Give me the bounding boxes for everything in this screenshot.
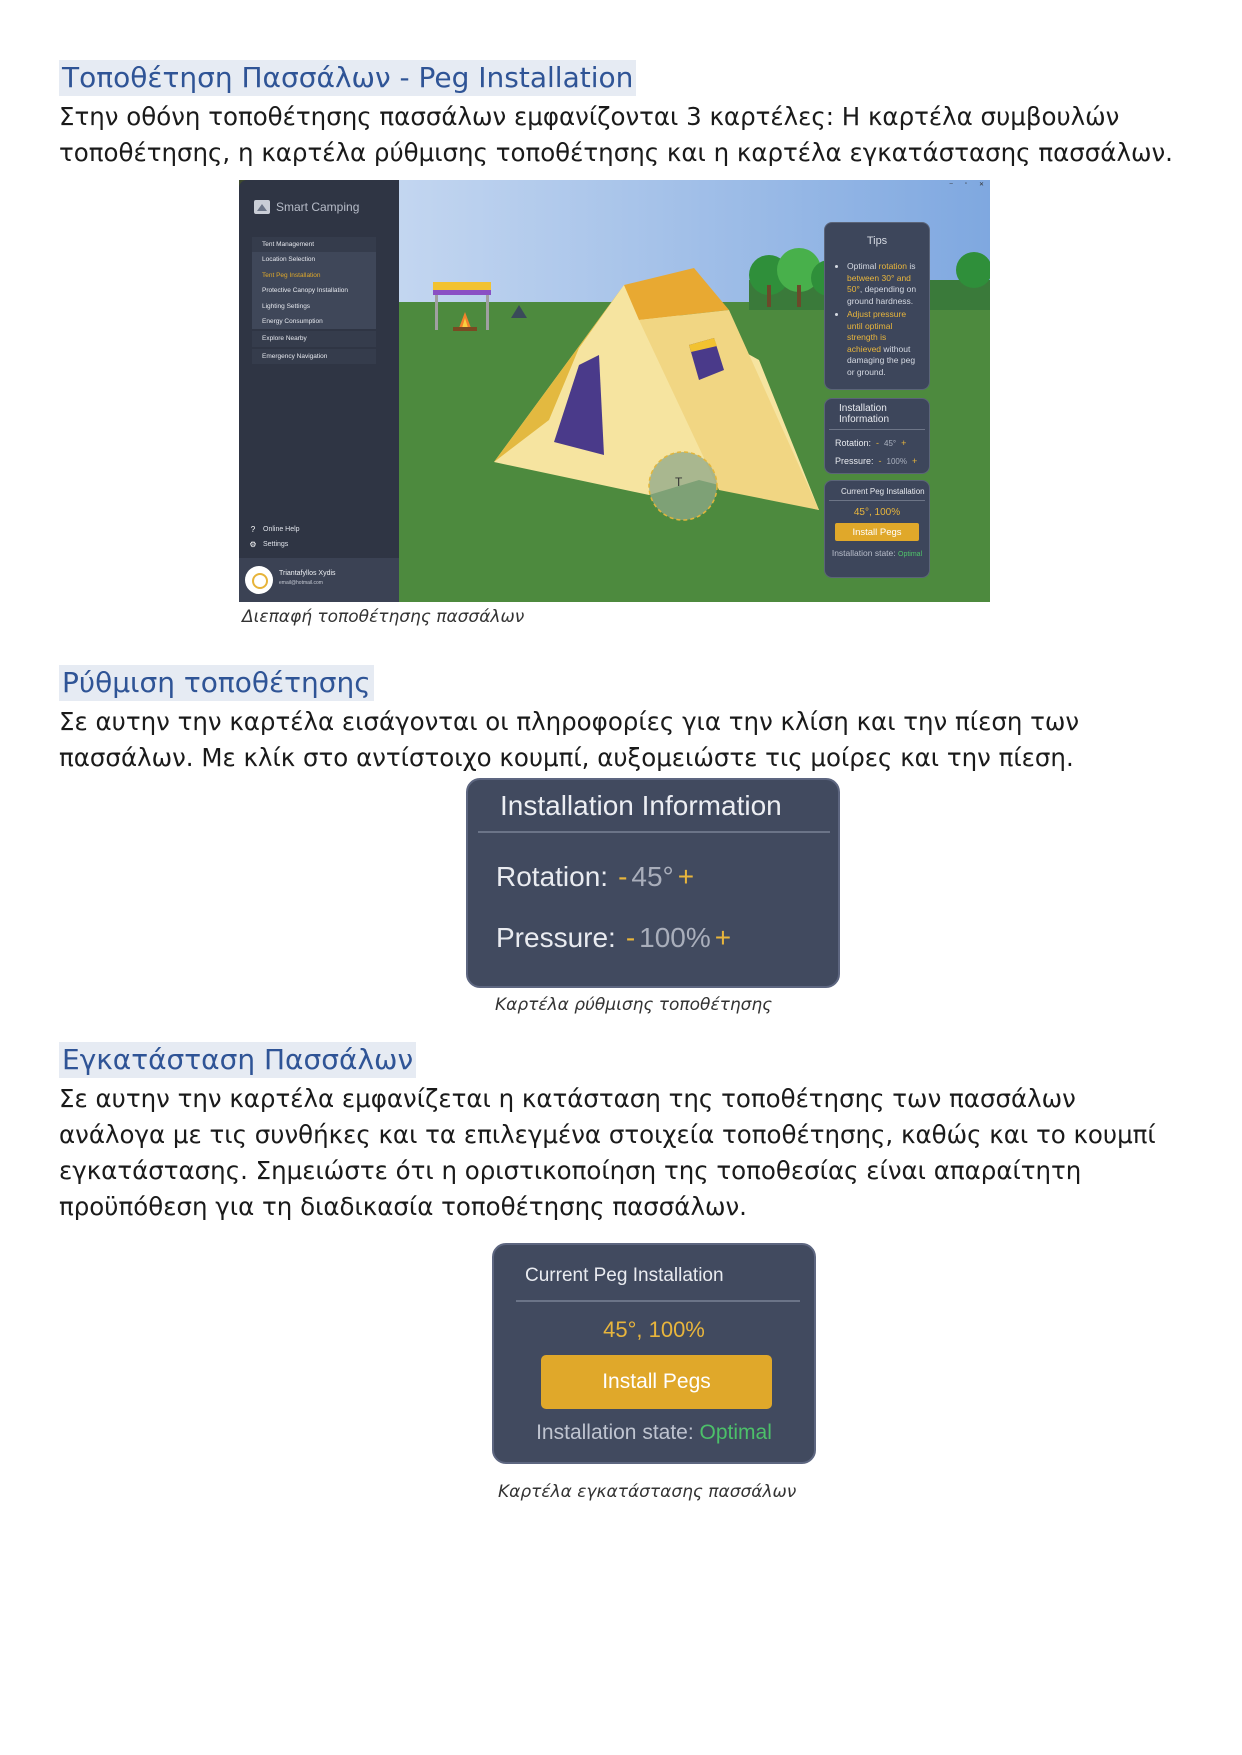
camp-scene[interactable]: T – ▫ ✕ Tips Optimal rotation is between… — [399, 180, 990, 602]
current-peg-card-value: 45°, 100% — [603, 1317, 705, 1342]
installation-state: Installation state: Optimal — [831, 548, 923, 558]
sidebar-item-energy-consumption[interactable]: Energy Consumption — [252, 313, 376, 330]
window-controls: – ▫ ✕ — [949, 181, 984, 188]
user-email: email@hotmail.com — [279, 580, 323, 586]
tip-pressure: Adjust pressure until optimal strength i… — [847, 309, 921, 378]
rotation-plus-button[interactable]: + — [678, 861, 694, 893]
pressure-value: 100% — [639, 922, 711, 953]
pressure-row: Pressure: - 100% + — [835, 456, 918, 466]
sidebar-item-tent-management[interactable]: Tent Management — [252, 237, 376, 253]
settings-link[interactable]: ⚙ Settings — [249, 540, 288, 549]
close-icon[interactable]: ✕ — [979, 181, 984, 188]
sidebar-item-lighting-settings[interactable]: Lighting Settings — [252, 298, 376, 314]
install-pegs-button[interactable]: Install Pegs — [835, 523, 919, 541]
online-help-label: Online Help — [263, 526, 300, 533]
installation-info-panel-small: Installation Information Rotation: - 45°… — [824, 398, 930, 474]
sidebar-item-explore-nearby[interactable]: Explore Nearby — [252, 331, 376, 347]
rotation-label: Rotation: — [496, 861, 609, 892]
rotation-value: 45° — [884, 438, 897, 448]
app-screenshot: Smart Camping Tent Management Location S… — [239, 180, 990, 602]
installation-info-title: Installation Information — [829, 399, 925, 430]
sidebar-item-emergency-navigation[interactable]: Emergency Navigation — [252, 348, 376, 365]
divider — [516, 1300, 800, 1302]
rotation-row: Rotation: - 45° + — [835, 438, 907, 448]
current-peg-value: 45°, 100% — [853, 507, 901, 518]
pressure-minus-button[interactable]: - — [626, 922, 635, 954]
gear-icon: ⚙ — [249, 540, 257, 549]
settings-label: Settings — [263, 541, 289, 548]
current-peg-title: Current Peg Installation — [829, 481, 925, 501]
sidebar: Smart Camping Tent Management Location S… — [239, 180, 399, 602]
online-help-link[interactable]: ? Online Help — [249, 525, 300, 534]
brand[interactable]: Smart Camping — [254, 200, 359, 214]
intro-paragraph: Στην οθόνη τοποθέτησης πασσάλων εμφανίζο… — [59, 102, 1173, 167]
figure-caption-installation: Καρτέλα εγκατάστασης πασσάλων — [498, 1482, 797, 1502]
pressure-value: 100% — [886, 456, 907, 466]
rotation-plus-button[interactable]: + — [901, 438, 906, 448]
avatar — [245, 566, 273, 594]
figure-caption-setting: Καρτέλα ρύθμισης τοποθέτησης — [495, 995, 773, 1015]
figure-caption-interface: Διεπαφή τοποθέτησης πασσάλων — [242, 607, 525, 627]
rotation-minus-button[interactable]: - — [876, 438, 879, 448]
user-name: Triantafyllos Xydis — [279, 570, 336, 577]
tips-panel: Tips Optimal rotation is between 30° and… — [824, 222, 930, 390]
scene-marker-label: T — [675, 475, 683, 489]
pressure-minus-button[interactable]: - — [879, 456, 882, 466]
brand-title: Smart Camping — [276, 200, 360, 214]
rotation-minus-button[interactable]: - — [618, 861, 627, 893]
tips-list: Optimal rotation is between 30° and 50°,… — [825, 261, 929, 378]
tips-title: Tips — [866, 235, 888, 247]
camping-logo-icon — [254, 200, 270, 214]
tip-rotation: Optimal rotation is between 30° and 50°,… — [847, 261, 921, 307]
sidebar-item-tent-peg-installation[interactable]: Tent Peg Installation — [252, 267, 376, 284]
divider — [478, 831, 830, 833]
sidebar-item-location-selection[interactable]: Location Selection — [252, 252, 376, 268]
pressure-plus-button[interactable]: + — [715, 922, 731, 954]
section-heading-installation: Εγκατάσταση Πασσάλων — [59, 1042, 417, 1078]
installation-info-card: Installation Information Rotation: - 45°… — [466, 778, 840, 988]
sidebar-menu: Tent Management Location Selection Tent … — [252, 237, 376, 365]
pressure-row-large: Pressure: - 100% + — [496, 922, 731, 954]
user-profile[interactable]: Triantafyllos Xydis email@hotmail.com — [239, 558, 399, 602]
maximize-icon[interactable]: ▫ — [965, 181, 967, 188]
sidebar-item-protective-canopy[interactable]: Protective Canopy Installation — [252, 283, 376, 299]
setting-paragraph: Σε αυτην την καρτέλα εισάγονται οι πληρο… — [59, 707, 1080, 772]
section-heading-peg-installation: Τοποθέτηση Πασσάλων - Peg Installation — [59, 60, 637, 96]
pressure-plus-button[interactable]: + — [912, 456, 917, 466]
installation-paragraph: Σε αυτην την καρτέλα εμφανίζεται η κατάσ… — [59, 1084, 1156, 1221]
current-peg-card-title: Current Peg Installation — [525, 1265, 724, 1286]
question-icon: ? — [250, 525, 256, 534]
install-pegs-button-large[interactable]: Install Pegs — [541, 1355, 772, 1409]
rotation-value: 45° — [631, 861, 674, 892]
pressure-label: Pressure: — [496, 922, 616, 953]
minimize-icon[interactable]: – — [949, 181, 952, 188]
rotation-row-large: Rotation: - 45° + — [496, 861, 694, 893]
section-heading-setting: Ρύθμιση τοποθέτησης — [59, 665, 374, 701]
current-peg-card: Current Peg Installation 45°, 100% Insta… — [492, 1243, 816, 1464]
installation-state-large: Installation state: Optimal — [536, 1421, 772, 1444]
current-peg-panel-small: Current Peg Installation 45°, 100% Insta… — [824, 480, 930, 578]
installation-info-card-title: Installation Information — [500, 790, 782, 821]
